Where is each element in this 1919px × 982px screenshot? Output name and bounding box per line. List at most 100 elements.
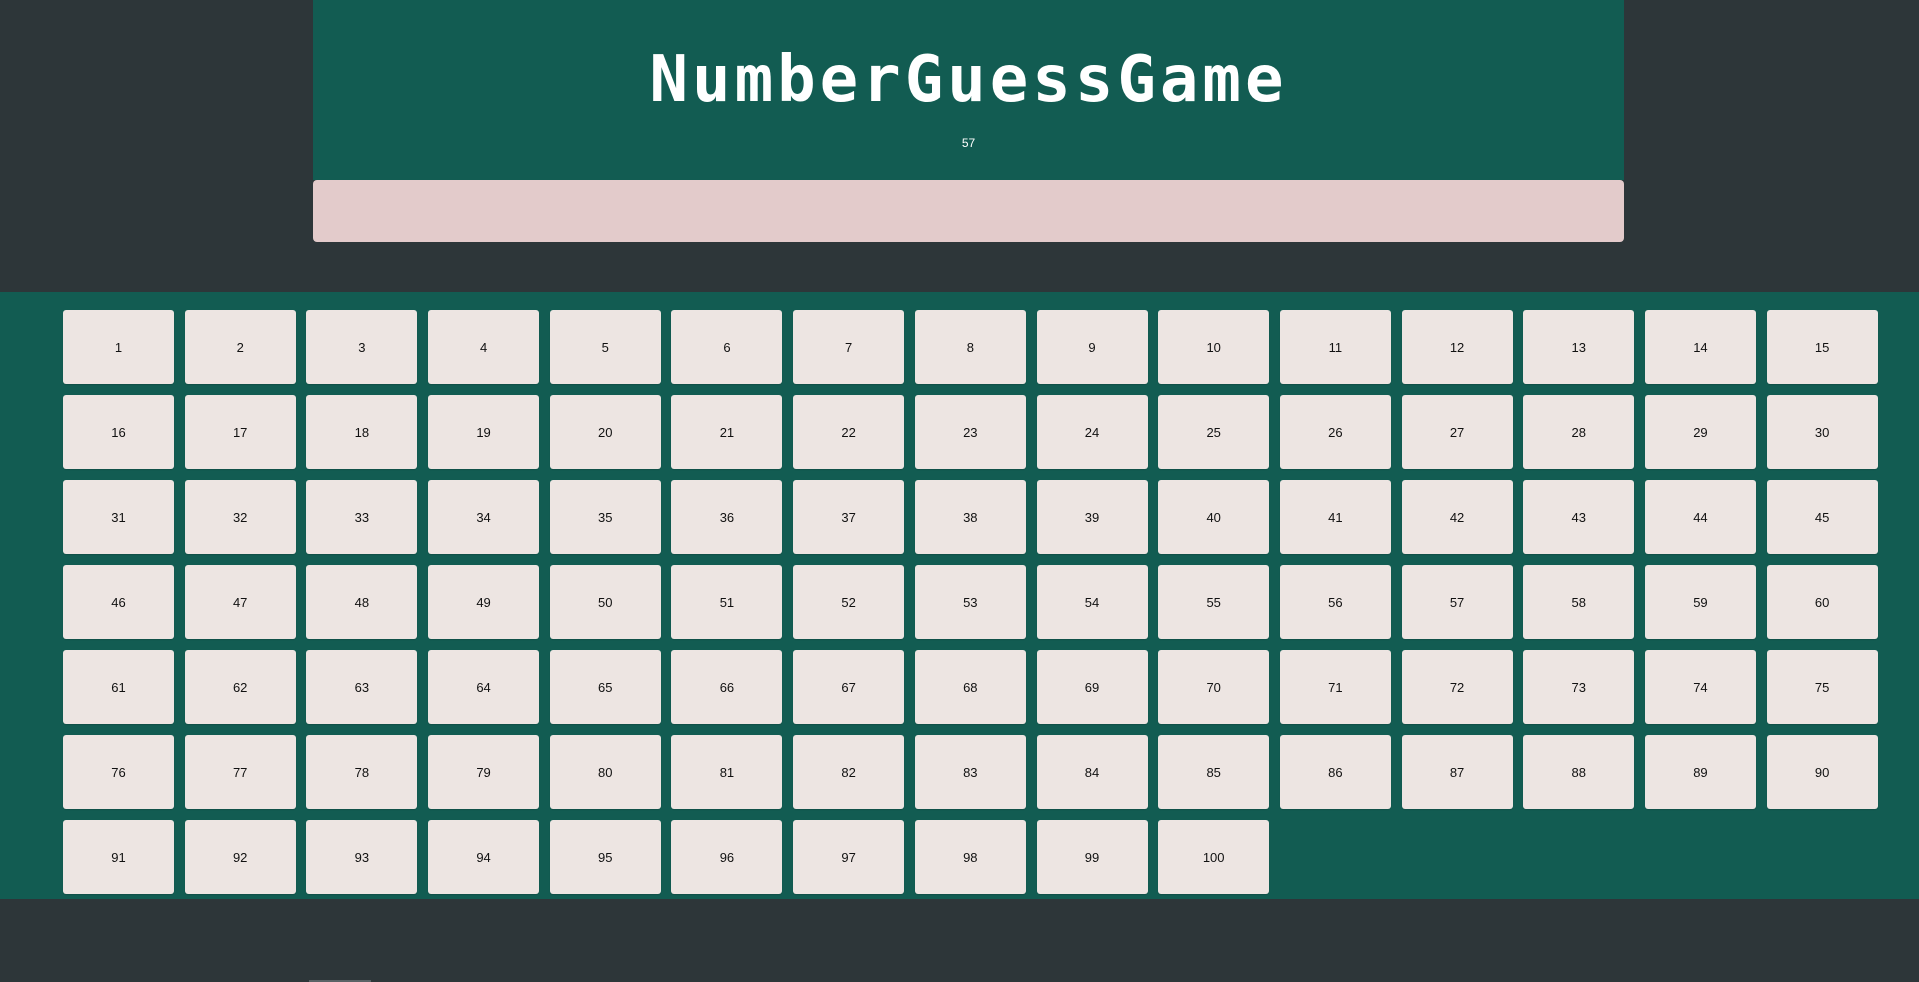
number-cell-98[interactable]: 98	[914, 820, 1026, 894]
number-cell-13[interactable]: 13	[1523, 310, 1635, 384]
number-cell-97[interactable]: 97	[793, 820, 905, 894]
number-cell-85[interactable]: 85	[1158, 735, 1270, 809]
number-cell-87[interactable]: 87	[1401, 735, 1513, 809]
number-cell-23[interactable]: 23	[914, 395, 1026, 469]
number-cell-55[interactable]: 55	[1158, 565, 1270, 639]
number-cell-17[interactable]: 17	[184, 395, 296, 469]
number-cell-2[interactable]: 2	[184, 310, 296, 384]
number-cell-81[interactable]: 81	[671, 735, 783, 809]
number-cell-26[interactable]: 26	[1279, 395, 1391, 469]
number-cell-39[interactable]: 39	[1036, 480, 1148, 554]
number-cell-22[interactable]: 22	[793, 395, 905, 469]
number-cell-59[interactable]: 59	[1644, 565, 1756, 639]
number-cell-47[interactable]: 47	[184, 565, 296, 639]
number-cell-53[interactable]: 53	[914, 565, 1026, 639]
number-cell-62[interactable]: 62	[184, 650, 296, 724]
number-cell-28[interactable]: 28	[1523, 395, 1635, 469]
number-cell-93[interactable]: 93	[306, 820, 418, 894]
number-cell-89[interactable]: 89	[1644, 735, 1756, 809]
number-cell-61[interactable]: 61	[63, 650, 174, 724]
number-cell-14[interactable]: 14	[1644, 310, 1756, 384]
number-cell-77[interactable]: 77	[184, 735, 296, 809]
number-cell-34[interactable]: 34	[428, 480, 540, 554]
number-cell-90[interactable]: 90	[1766, 735, 1878, 809]
number-cell-43[interactable]: 43	[1523, 480, 1635, 554]
number-cell-41[interactable]: 41	[1279, 480, 1391, 554]
number-cell-21[interactable]: 21	[671, 395, 783, 469]
number-cell-20[interactable]: 20	[549, 395, 661, 469]
number-cell-12[interactable]: 12	[1401, 310, 1513, 384]
number-cell-46[interactable]: 46	[63, 565, 174, 639]
number-cell-42[interactable]: 42	[1401, 480, 1513, 554]
number-cell-5[interactable]: 5	[549, 310, 661, 384]
number-cell-36[interactable]: 36	[671, 480, 783, 554]
number-cell-15[interactable]: 15	[1766, 310, 1878, 384]
number-cell-52[interactable]: 52	[793, 565, 905, 639]
number-cell-27[interactable]: 27	[1401, 395, 1513, 469]
number-cell-86[interactable]: 86	[1279, 735, 1391, 809]
number-cell-60[interactable]: 60	[1766, 565, 1878, 639]
number-cell-29[interactable]: 29	[1644, 395, 1756, 469]
number-cell-80[interactable]: 80	[549, 735, 661, 809]
number-cell-70[interactable]: 70	[1158, 650, 1270, 724]
number-cell-19[interactable]: 19	[428, 395, 540, 469]
number-cell-10[interactable]: 10	[1158, 310, 1270, 384]
number-cell-66[interactable]: 66	[671, 650, 783, 724]
number-cell-6[interactable]: 6	[671, 310, 783, 384]
number-cell-44[interactable]: 44	[1644, 480, 1756, 554]
number-cell-51[interactable]: 51	[671, 565, 783, 639]
number-cell-1[interactable]: 1	[63, 310, 174, 384]
number-cell-96[interactable]: 96	[671, 820, 783, 894]
number-cell-78[interactable]: 78	[306, 735, 418, 809]
number-cell-37[interactable]: 37	[793, 480, 905, 554]
number-cell-7[interactable]: 7	[793, 310, 905, 384]
number-cell-79[interactable]: 79	[428, 735, 540, 809]
number-cell-31[interactable]: 31	[63, 480, 174, 554]
number-cell-74[interactable]: 74	[1644, 650, 1756, 724]
number-cell-94[interactable]: 94	[428, 820, 540, 894]
number-cell-57[interactable]: 57	[1401, 565, 1513, 639]
number-cell-45[interactable]: 45	[1766, 480, 1878, 554]
number-cell-25[interactable]: 25	[1158, 395, 1270, 469]
number-cell-65[interactable]: 65	[549, 650, 661, 724]
number-cell-30[interactable]: 30	[1766, 395, 1878, 469]
number-cell-48[interactable]: 48	[306, 565, 418, 639]
number-cell-18[interactable]: 18	[306, 395, 418, 469]
number-cell-40[interactable]: 40	[1158, 480, 1270, 554]
number-cell-49[interactable]: 49	[428, 565, 540, 639]
number-cell-76[interactable]: 76	[63, 735, 174, 809]
number-cell-67[interactable]: 67	[793, 650, 905, 724]
number-cell-63[interactable]: 63	[306, 650, 418, 724]
number-cell-58[interactable]: 58	[1523, 565, 1635, 639]
number-cell-99[interactable]: 99	[1036, 820, 1148, 894]
number-cell-68[interactable]: 68	[914, 650, 1026, 724]
number-cell-82[interactable]: 82	[793, 735, 905, 809]
number-cell-3[interactable]: 3	[306, 310, 418, 384]
number-cell-95[interactable]: 95	[549, 820, 661, 894]
number-cell-56[interactable]: 56	[1279, 565, 1391, 639]
number-cell-64[interactable]: 64	[428, 650, 540, 724]
number-cell-4[interactable]: 4	[428, 310, 540, 384]
number-cell-92[interactable]: 92	[184, 820, 296, 894]
number-cell-54[interactable]: 54	[1036, 565, 1148, 639]
number-cell-33[interactable]: 33	[306, 480, 418, 554]
number-cell-69[interactable]: 69	[1036, 650, 1148, 724]
number-cell-32[interactable]: 32	[184, 480, 296, 554]
number-cell-16[interactable]: 16	[63, 395, 174, 469]
number-cell-24[interactable]: 24	[1036, 395, 1148, 469]
number-cell-9[interactable]: 9	[1036, 310, 1148, 384]
number-cell-72[interactable]: 72	[1401, 650, 1513, 724]
number-cell-38[interactable]: 38	[914, 480, 1026, 554]
number-cell-88[interactable]: 88	[1523, 735, 1635, 809]
number-cell-73[interactable]: 73	[1523, 650, 1635, 724]
number-cell-100[interactable]: 100	[1158, 820, 1270, 894]
number-cell-91[interactable]: 91	[63, 820, 174, 894]
number-cell-8[interactable]: 8	[914, 310, 1026, 384]
number-cell-83[interactable]: 83	[914, 735, 1026, 809]
number-cell-11[interactable]: 11	[1279, 310, 1391, 384]
number-cell-84[interactable]: 84	[1036, 735, 1148, 809]
number-cell-75[interactable]: 75	[1766, 650, 1878, 724]
number-cell-35[interactable]: 35	[549, 480, 661, 554]
number-cell-50[interactable]: 50	[549, 565, 661, 639]
number-cell-71[interactable]: 71	[1279, 650, 1391, 724]
